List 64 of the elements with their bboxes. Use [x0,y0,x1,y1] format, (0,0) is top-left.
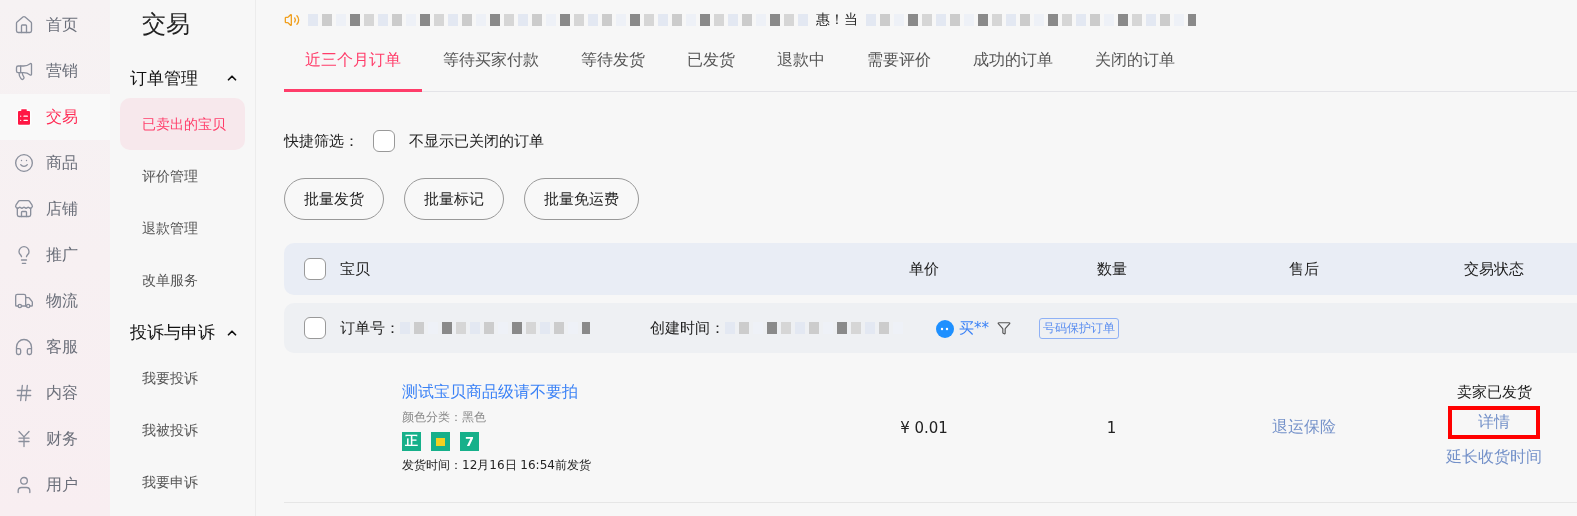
sidebar-group[interactable]: 订单管理 [120,58,245,98]
created-time-label: 创建时间： [650,318,725,338]
sidebar-group[interactable]: 投诉与申诉 [120,313,245,353]
nav-item[interactable]: 财务 [0,416,110,462]
sidebar-item[interactable]: 我要申诉 [120,456,245,509]
item-title[interactable]: 测试宝贝商品级请不要拍 [402,381,834,403]
nav-item[interactable]: 推广 [0,232,110,278]
smile-icon [14,153,34,173]
speaker-icon [284,12,300,28]
checkbox-label: 不显示已关闭的订单 [409,131,544,151]
column-header: 售后 [1289,259,1319,279]
tab[interactable]: 等待发货 [560,40,666,92]
tab[interactable]: 成功的订单 [952,40,1074,92]
chat-icon [935,318,955,338]
nav-item[interactable]: 营销 [0,48,110,94]
nav-item[interactable]: 物流 [0,278,110,324]
service-badge: 正 [402,431,421,451]
nav-item[interactable]: 客服 [0,324,110,370]
nav-item[interactable]: 内容 [0,370,110,416]
nav-item[interactable]: 店铺 [0,186,110,232]
order-tag: 号码保护订单 [1039,317,1119,339]
nav-item[interactable]: 首页 [0,2,110,48]
quantity: 1 [1105,418,1118,437]
bag-icon [431,431,450,451]
nav-item[interactable]: 用户 [0,462,110,508]
tab[interactable]: 已发货 [666,40,756,92]
home-icon [14,15,34,35]
checkbox[interactable] [373,130,395,152]
sidebar-title: 交易 [141,9,191,40]
headset-icon [14,337,34,357]
megaphone-icon [14,61,34,81]
tab[interactable]: 关闭的订单 [1074,40,1196,92]
hash-icon [14,383,34,403]
nav-item[interactable]: 商品 [0,140,110,186]
ship-time: 发货时间：12月16日 16:54前发货 [402,456,592,474]
batch-button[interactable]: 批量标记 [404,178,504,220]
store-icon [14,199,34,219]
nav-item[interactable]: 交易 [0,94,110,140]
order-number-label: 订单号： [340,318,400,338]
column-header: 单价 [909,259,939,279]
item-sku: 颜色分类：黑色 [402,408,487,426]
column-header: 宝贝 [340,259,370,279]
order-status: 卖家已发货 [1456,383,1532,402]
filter-icon[interactable] [997,321,1011,335]
truck-icon [14,291,34,311]
column-header: 交易状态 [1464,259,1524,279]
tab[interactable]: 需要评价 [846,40,952,92]
sidebar-item[interactable]: 我被投诉 [120,404,245,457]
batch-button[interactable]: 批量免运费 [524,178,639,220]
tab[interactable]: 退款中 [756,40,846,92]
clipboard-icon [14,107,34,127]
tab[interactable]: 等待买家付款 [422,40,560,92]
sidebar-item[interactable]: 我要投诉 [120,352,245,405]
checkbox[interactable] [304,258,326,280]
service-badge: 7 [460,431,479,451]
column-header: 数量 [1096,259,1127,279]
sidebar-item[interactable]: 评价管理 [120,149,245,202]
batch-button[interactable]: 批量发货 [284,178,384,220]
checkbox[interactable] [304,317,326,339]
notice-text: 惠！当 [816,11,858,29]
unit-price: ¥ 0.01 [899,418,949,437]
filter-label: 快捷筛选： [284,131,359,151]
sidebar-item[interactable]: 退款管理 [120,201,245,254]
sidebar-item[interactable]: 改单服务 [120,253,245,306]
